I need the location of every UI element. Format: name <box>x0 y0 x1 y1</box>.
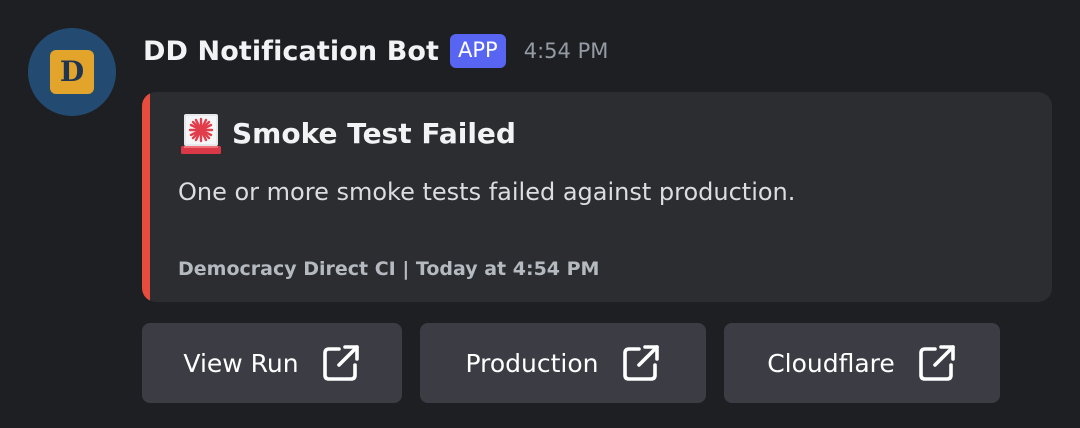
embed-footer: Democracy Direct CI | Today at 4:54 PM <box>178 258 600 280</box>
link-button-row: View Run Production Cloudflare <box>142 323 1018 403</box>
embed-description: One or more smoke tests failed against p… <box>178 178 796 206</box>
message-header: DD Notification Bot APP 4:54 PM <box>143 30 608 72</box>
avatar[interactable]: D <box>28 28 116 116</box>
cloudflare-label: Cloudflare <box>767 348 895 378</box>
embed-accent-stripe <box>142 92 150 302</box>
embed-title-row: Smoke Test Failed <box>178 112 516 154</box>
embed-card: Smoke Test Failed One or more smoke test… <box>142 92 1052 302</box>
embed-title: Smoke Test Failed <box>232 116 516 150</box>
rotating-light-icon <box>181 114 221 154</box>
cloudflare-button[interactable]: Cloudflare <box>724 323 1000 403</box>
external-link-icon <box>918 345 955 381</box>
app-badge: APP <box>450 34 506 68</box>
production-label: Production <box>465 348 599 378</box>
avatar-logo: D <box>50 50 94 94</box>
production-button[interactable]: Production <box>420 323 706 403</box>
message-timestamp[interactable]: 4:54 PM <box>524 39 609 63</box>
avatar-letter: D <box>59 55 85 88</box>
chat-message: D DD Notification Bot APP 4:54 PM Smoke … <box>0 0 1080 428</box>
bot-username[interactable]: DD Notification Bot <box>143 36 439 67</box>
view-run-button[interactable]: View Run <box>142 323 402 403</box>
external-link-icon <box>622 345 659 381</box>
external-link-icon <box>322 345 359 381</box>
view-run-label: View Run <box>183 348 299 378</box>
